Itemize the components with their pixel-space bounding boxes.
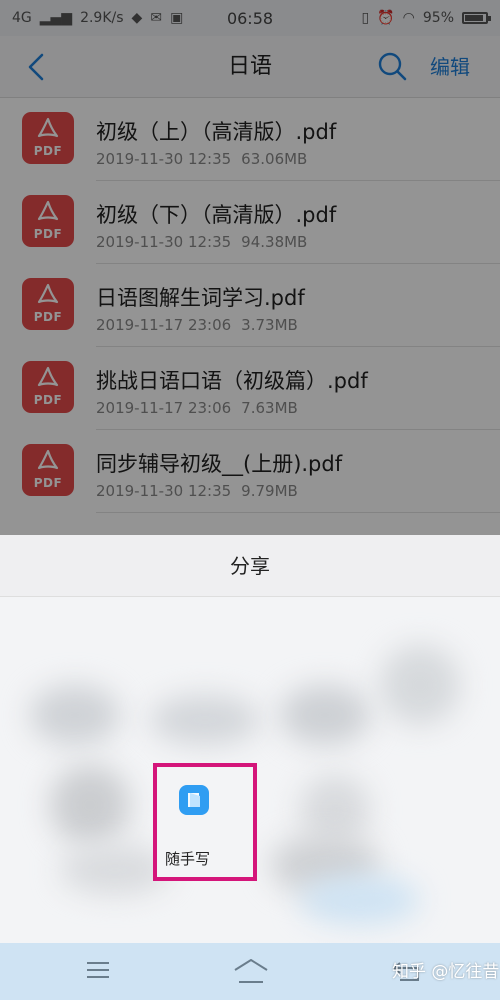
- modal-overlay[interactable]: [0, 0, 500, 535]
- menu-icon[interactable]: [86, 960, 110, 980]
- blurred-share-target: [300, 775, 370, 845]
- blurred-share-target: [280, 685, 370, 745]
- blurred-share-target: [150, 695, 260, 745]
- blurred-share-target: [300, 875, 420, 925]
- navigation-bar: 知乎 @忆往昔: [0, 943, 500, 1000]
- blurred-share-target: [50, 765, 130, 845]
- blurred-share-target: [380, 645, 460, 725]
- blurred-share-target: [30, 685, 120, 745]
- watermark: 知乎 @忆往昔: [392, 962, 500, 982]
- notebook-app-icon[interactable]: [179, 785, 209, 815]
- share-target-label: 随手写: [165, 850, 211, 868]
- share-sheet: 分享: [0, 535, 500, 943]
- home-icon[interactable]: [232, 957, 270, 985]
- share-sheet-title: 分享: [0, 535, 500, 597]
